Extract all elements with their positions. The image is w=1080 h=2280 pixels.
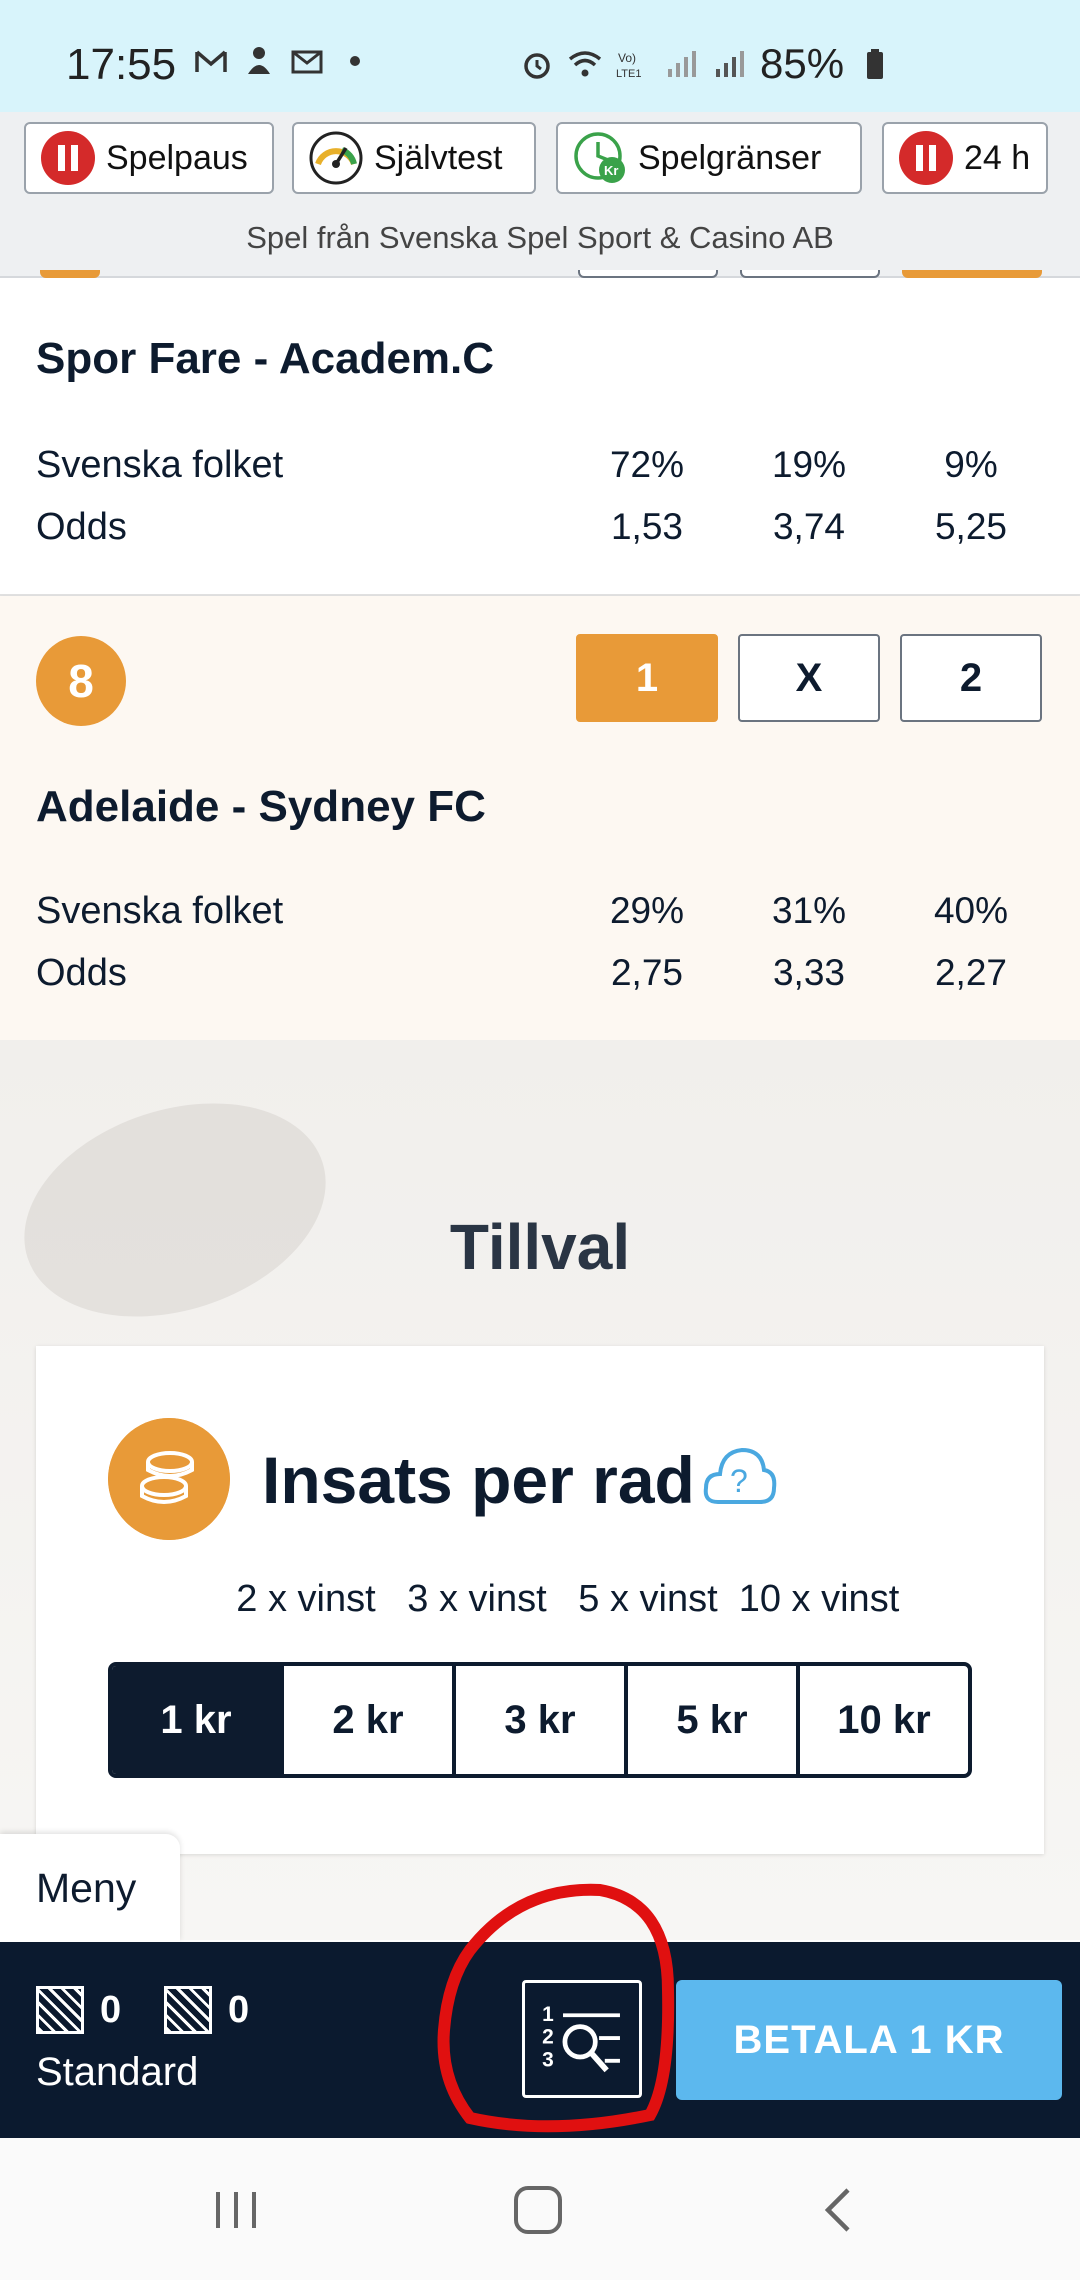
wifi-icon [568, 51, 602, 77]
tillval-heading: Tillval [449, 1211, 631, 1283]
pause-icon [899, 131, 953, 185]
pick-1-button[interactable]: 1 [576, 634, 718, 722]
svenska-folket-label: Svenska folket [36, 444, 284, 486]
stake-selector: 1 kr 2 kr 3 kr 5 kr 10 kr [108, 1662, 972, 1778]
svg-text:Kr: Kr [604, 163, 618, 178]
rows-icon [164, 1986, 212, 2034]
stake-card: Insats per rad ? 2 x vinst 3 x vinst 5 x… [36, 1346, 1044, 1854]
rows-icon [36, 1986, 84, 2034]
stake-option-5kr[interactable]: 5 kr [624, 1666, 796, 1774]
odds-2: 5,25 [934, 506, 1007, 547]
row-count-b: 0 [164, 1986, 249, 2034]
svg-text:1: 1 [542, 2003, 554, 2026]
alarm-icon [524, 53, 550, 79]
multiplier-label: 2 x vinst [236, 1578, 376, 1620]
pick-x-button[interactable]: X [738, 634, 880, 722]
match-number-badge: 8 [36, 636, 126, 726]
stake-option-10kr[interactable]: 10 kr [796, 1666, 968, 1774]
multiplier-label: 3 x vinst [407, 1578, 547, 1620]
battery-icon [867, 49, 884, 79]
coins-icon [108, 1418, 230, 1540]
multiplier-label: 10 x vinst [738, 1578, 900, 1620]
odds-label: Odds [36, 506, 127, 548]
row-count-b-value: 0 [228, 1988, 250, 2031]
menu-tab[interactable]: Meny [0, 1834, 180, 1942]
clock-kr-icon: Kr [574, 132, 625, 183]
match-title: Adelaide - Sydney FC [36, 782, 486, 831]
android-nav-bar [0, 2138, 1080, 2280]
status-right-icons: Vo) LTE1 85% [520, 40, 892, 88]
status-time: 17:55 [66, 40, 177, 89]
odds-1: 1,53 [610, 506, 683, 547]
odds-1: 2,75 [610, 952, 683, 993]
status-left-icons [194, 44, 372, 78]
stake-option-3kr[interactable]: 3 kr [452, 1666, 624, 1774]
row-inspect-icon[interactable]: 1 2 3 [522, 1980, 642, 2098]
spelpaus-label: Spelpaus [106, 138, 248, 177]
folket-percent-x: 19% [771, 444, 847, 485]
folket-percent-2: 9% [944, 444, 998, 485]
battery-percent: 85% [760, 40, 845, 87]
row-count-a-value: 0 [100, 1988, 122, 2031]
sjalvtest-label: Självtest [374, 138, 503, 177]
previous-pick-peek [902, 270, 1042, 278]
gmail-icon [195, 50, 227, 72]
volte-icon: Vo) LTE1 [616, 51, 641, 80]
signal-icon [668, 51, 696, 77]
coupon-bar: 0 0 Standard 1 2 3 BETALA 1 KR [0, 1942, 1080, 2138]
odds-label: Odds [36, 952, 127, 994]
responsible-gaming-bar: Spelpaus Självtest Kr Spelgränser 24 h S… [0, 112, 1080, 278]
previous-pick-peek [578, 270, 718, 278]
notification-icon [248, 47, 270, 74]
pause-icon [41, 131, 95, 185]
previous-pick-peek [740, 270, 880, 278]
back-icon[interactable] [810, 2180, 870, 2240]
multiplier-label: 5 x vinst [578, 1578, 718, 1620]
spelpaus-button[interactable]: Spelpaus [24, 122, 274, 194]
previous-badge-peek [40, 270, 100, 278]
row-count-a: 0 [36, 1986, 121, 2034]
match-title: Spor Fare - Academ.C [36, 334, 495, 383]
stake-option-2kr[interactable]: 2 kr [280, 1666, 452, 1774]
signal-icon-2 [716, 51, 744, 77]
spelgranser-button[interactable]: Kr Spelgränser [556, 122, 862, 194]
pay-button[interactable]: BETALA 1 KR [676, 1980, 1062, 2100]
svg-text:LTE1: LTE1 [616, 68, 641, 80]
help-cloud-icon[interactable]: ? [702, 1440, 778, 1510]
24h-label: 24 h [964, 138, 1031, 177]
folket-percent-1: 72% [609, 444, 685, 485]
24h-pause-button[interactable]: 24 h [882, 122, 1048, 194]
svg-text:2: 2 [542, 2026, 554, 2049]
sjalvtest-button[interactable]: Självtest [292, 122, 536, 194]
operator-caption: Spel från Svenska Spel Sport & Casino AB [246, 220, 834, 255]
match-row: Spor Fare - Academ.C Svenska folket 72% … [0, 278, 1080, 596]
odds-2: 2,27 [934, 952, 1007, 993]
recent-apps-icon[interactable] [206, 2180, 266, 2240]
system-type-label: Standard [36, 2050, 199, 2094]
gauge-icon [309, 131, 363, 185]
folket-percent-x: 31% [771, 890, 847, 931]
outlook-icon [291, 50, 323, 74]
svg-text:3: 3 [542, 2049, 554, 2072]
status-bar: 17:55 Vo) LTE1 85% [0, 0, 1080, 112]
spelgranser-label: Spelgränser [638, 138, 822, 177]
svenska-folket-label: Svenska folket [36, 890, 284, 932]
odds-x: 3,33 [772, 952, 845, 993]
folket-percent-1: 29% [609, 890, 685, 931]
svg-text:?: ? [730, 1463, 748, 1499]
pick-2-button[interactable]: 2 [900, 634, 1042, 722]
odds-x: 3,74 [772, 506, 845, 547]
home-icon[interactable] [508, 2180, 568, 2240]
stake-option-1kr[interactable]: 1 kr [112, 1666, 280, 1774]
card-title: Insats per rad [262, 1443, 695, 1517]
dot-icon [350, 56, 360, 66]
svg-text:Vo): Vo) [618, 51, 636, 65]
match-row: 8 1 X 2 Adelaide - Sydney FC Svenska fol… [0, 596, 1080, 1040]
folket-percent-2: 40% [933, 890, 1009, 931]
